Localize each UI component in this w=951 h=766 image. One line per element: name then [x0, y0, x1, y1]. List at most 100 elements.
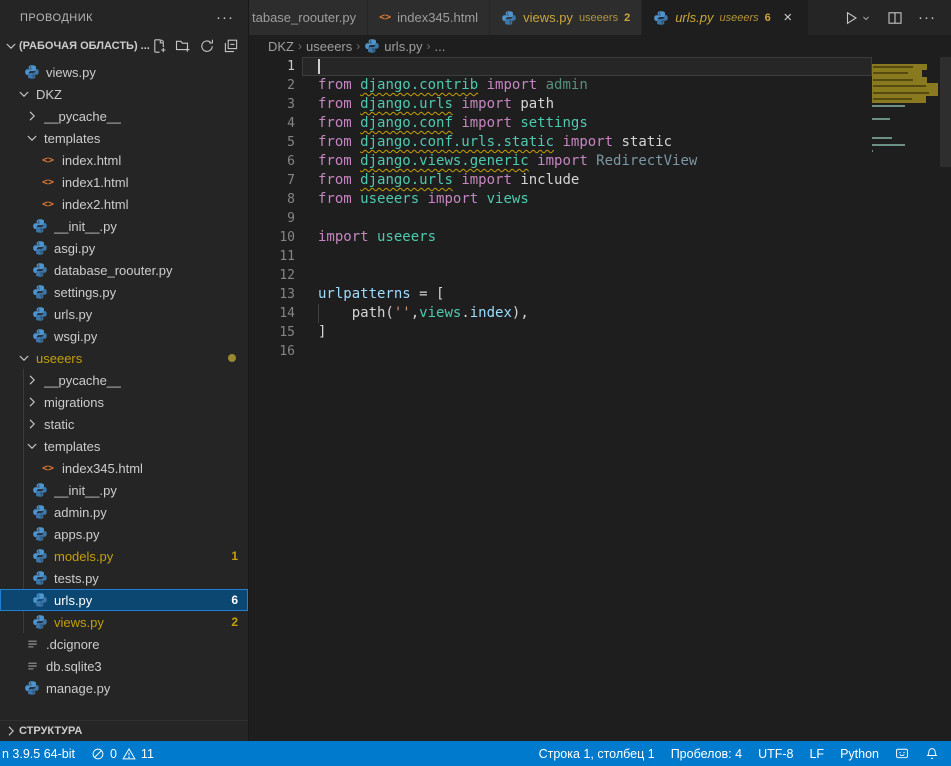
- tree-item-useeers[interactable]: useeers: [0, 347, 248, 369]
- new-folder-icon: [175, 38, 191, 54]
- tree-item--pycache-[interactable]: __pycache__: [0, 105, 248, 127]
- breadcrumb-item-urls-py[interactable]: urls.py: [364, 38, 422, 54]
- collapse-folders-button[interactable]: [223, 38, 239, 54]
- modified-dot: [228, 354, 236, 362]
- status-indentation[interactable]: Пробелов: 4: [663, 741, 750, 766]
- breadcrumb-label: useeers: [306, 39, 352, 54]
- breadcrumb-separator: ›: [427, 39, 431, 53]
- tree-item-models-py[interactable]: models.py1: [0, 545, 248, 567]
- code-line-5[interactable]: 5from django.conf.urls.static import sta…: [249, 133, 872, 152]
- status-bar: n 3.9.5 64-bit 0 11 Строка 1, столбец 1Пр…: [0, 741, 951, 766]
- tree-item-index1-html[interactable]: <>index1.html: [0, 171, 248, 193]
- breadcrumb-item-useeers[interactable]: useeers: [306, 39, 352, 54]
- code-line-3[interactable]: 3from django.urls import path: [249, 95, 872, 114]
- status-encoding[interactable]: UTF-8: [750, 741, 801, 766]
- problems-badge: 2: [231, 615, 238, 629]
- code-line-7[interactable]: 7from django.urls import include: [249, 171, 872, 190]
- new-folder-button[interactable]: [175, 38, 191, 54]
- tree-item-label: index1.html: [62, 175, 128, 190]
- tree-item-templates[interactable]: templates: [0, 127, 248, 149]
- status-label: Python: [840, 747, 879, 761]
- tree-item--init-py[interactable]: __init__.py: [0, 215, 248, 237]
- code-line-12[interactable]: 12: [249, 266, 872, 285]
- tree-item-index-html[interactable]: <>index.html: [0, 149, 248, 171]
- breadcrumb-item--[interactable]: ...: [435, 39, 446, 54]
- new-file-button[interactable]: [151, 38, 167, 54]
- status-problems[interactable]: 0 11: [83, 741, 162, 766]
- close-tab-icon[interactable]: ×: [779, 9, 797, 26]
- line-number: 7: [249, 171, 295, 190]
- tree-item-templates[interactable]: templates: [0, 435, 248, 457]
- tree-item-migrations[interactable]: migrations: [0, 391, 248, 413]
- breadcrumb-separator: ›: [356, 39, 360, 53]
- code-line-11[interactable]: 11: [249, 247, 872, 266]
- vertical-scrollbar[interactable]: [940, 57, 951, 741]
- code-line-13[interactable]: 13urlpatterns = [: [249, 285, 872, 304]
- breadcrumb-item-dkz[interactable]: DKZ: [268, 39, 294, 54]
- scrollbar-slider[interactable]: [940, 57, 951, 167]
- tree-item--init-py[interactable]: __init__.py: [0, 479, 248, 501]
- status-notifications[interactable]: [917, 741, 947, 766]
- tree-item-db-sqlite3[interactable]: db.sqlite3: [0, 655, 248, 677]
- sidebar-title: ПРОВОДНИК: [20, 12, 93, 24]
- editor-more-actions[interactable]: ···: [918, 13, 936, 23]
- line-number: 8: [249, 190, 295, 209]
- status-cursor-position[interactable]: Строка 1, столбец 1: [531, 741, 663, 766]
- code-line-8[interactable]: 8from useeers import views: [249, 190, 872, 209]
- tree-item-label: db.sqlite3: [46, 659, 102, 674]
- tab-index345-html[interactable]: <>index345.html: [368, 0, 490, 35]
- refresh-explorer-button[interactable]: [199, 38, 215, 54]
- tab-label: tabase_roouter.py: [252, 10, 356, 25]
- sidebar-title-row: ПРОВОДНИК ···: [0, 0, 248, 35]
- tree-item-asgi-py[interactable]: asgi.py: [0, 237, 248, 259]
- tree-item-index2-html[interactable]: <>index2.html: [0, 193, 248, 215]
- outline-section-header[interactable]: СТРУКТУРА: [0, 720, 248, 741]
- tab-views-py[interactable]: views.pyuseeers2: [490, 0, 642, 35]
- tree-item--dcignore[interactable]: .dcignore: [0, 633, 248, 655]
- workspace-section-header[interactable]: (РАБОЧАЯ ОБЛАСТЬ) ...: [0, 35, 248, 57]
- code-line-14[interactable]: 14 path('',views.index),: [249, 304, 872, 323]
- tab-urls-py[interactable]: urls.pyuseeers6×: [642, 0, 809, 35]
- tree-item-wsgi-py[interactable]: wsgi.py: [0, 325, 248, 347]
- code-line-2[interactable]: 2from django.contrib import admin: [249, 76, 872, 95]
- sidebar-more-icon[interactable]: ···: [216, 13, 234, 23]
- tree-item-views-py[interactable]: views.py2: [0, 611, 248, 633]
- tree-item-database-roouter-py[interactable]: database_roouter.py: [0, 259, 248, 281]
- code-editor[interactable]: 12from django.contrib import admin3from …: [249, 57, 951, 741]
- code-line-16[interactable]: 16: [249, 342, 872, 361]
- code-line-1[interactable]: 1: [249, 57, 872, 76]
- minimap[interactable]: [872, 57, 940, 741]
- tree-item-views-py[interactable]: views.py: [0, 61, 248, 83]
- code-line-15[interactable]: 15]: [249, 323, 872, 342]
- breadcrumb-label: urls.py: [384, 39, 422, 54]
- tree-item-dkz[interactable]: DKZ: [0, 83, 248, 105]
- code-line-9[interactable]: 9: [249, 209, 872, 228]
- tree-item--pycache-[interactable]: __pycache__: [0, 369, 248, 391]
- html-icon: <>: [379, 12, 391, 23]
- tree-item-tests-py[interactable]: tests.py: [0, 567, 248, 589]
- tree-item-static[interactable]: static: [0, 413, 248, 435]
- tree-item-admin-py[interactable]: admin.py: [0, 501, 248, 523]
- status-language-mode[interactable]: Python: [832, 741, 887, 766]
- tree-item-apps-py[interactable]: apps.py: [0, 523, 248, 545]
- status-feedback[interactable]: [887, 741, 917, 766]
- split-editor-button[interactable]: [887, 10, 903, 26]
- tree-item-settings-py[interactable]: settings.py: [0, 281, 248, 303]
- tree-item-index345-html[interactable]: <>index345.html: [0, 457, 248, 479]
- tree-item-label: __pycache__: [44, 373, 121, 388]
- tree-item-label: templates: [44, 131, 100, 146]
- status-python-version[interactable]: n 3.9.5 64-bit: [0, 741, 83, 766]
- status-eol[interactable]: LF: [801, 741, 832, 766]
- code-line-6[interactable]: 6from django.views.generic import Redire…: [249, 152, 872, 171]
- tree-item-urls-py[interactable]: urls.py: [0, 303, 248, 325]
- tree-item-label: __init__.py: [54, 219, 117, 234]
- html-icon: <>: [42, 199, 54, 210]
- run-python-button[interactable]: [843, 10, 872, 26]
- tab-tabase-roouter-py[interactable]: tabase_roouter.py: [249, 0, 368, 35]
- code-line-4[interactable]: 4from django.conf import settings: [249, 114, 872, 133]
- code-line-10[interactable]: 10import useeers: [249, 228, 872, 247]
- tree-item-urls-py[interactable]: urls.py6: [0, 589, 248, 611]
- tree-item-manage-py[interactable]: manage.py: [0, 677, 248, 699]
- list-icon: [25, 659, 40, 674]
- tab-detail: useeers: [579, 12, 618, 24]
